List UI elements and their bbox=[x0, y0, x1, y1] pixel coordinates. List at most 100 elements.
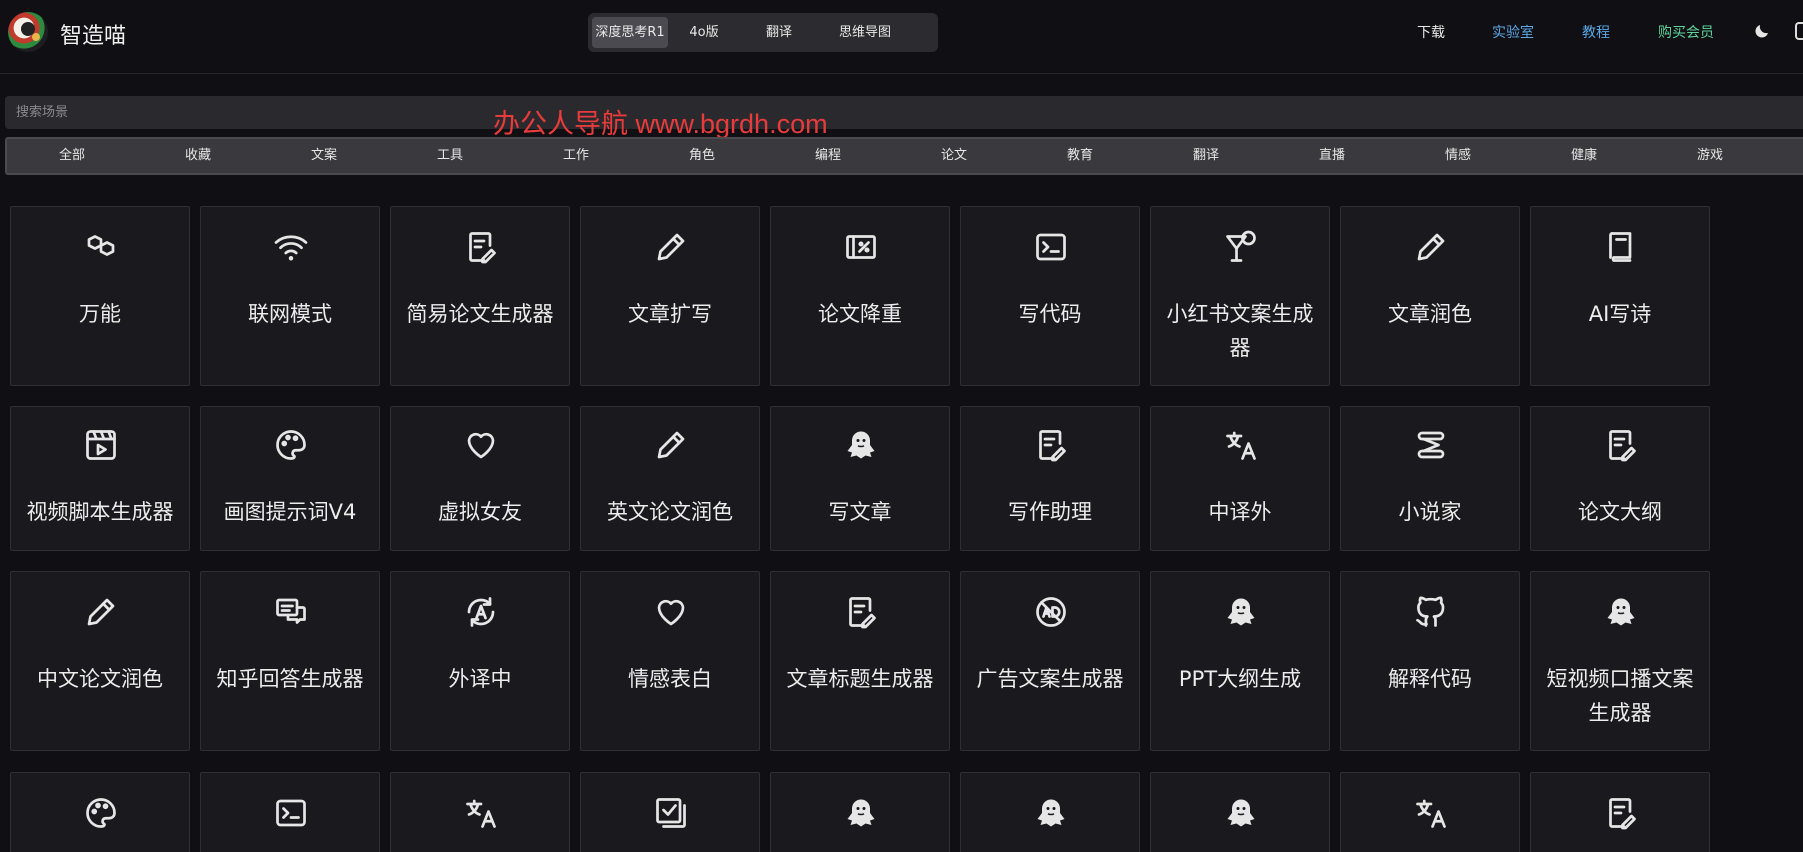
heart-icon bbox=[461, 425, 501, 465]
document-edit-icon bbox=[1031, 425, 1071, 465]
scene-card-title: 虚拟女友 bbox=[438, 500, 522, 524]
scene-card-title: 中文论文润色 bbox=[37, 667, 163, 691]
category-tab[interactable]: 文案 bbox=[294, 139, 354, 173]
scene-card[interactable]: 虚拟女友 bbox=[390, 406, 570, 551]
pencil-icon bbox=[1411, 227, 1451, 267]
bell-icon[interactable] bbox=[1795, 22, 1803, 40]
cocktail-icon bbox=[1221, 227, 1261, 267]
scene-card[interactable]: 知乎回答生成器 bbox=[200, 571, 380, 751]
palette-icon bbox=[81, 793, 121, 833]
scene-card-title: 英文论文润色 bbox=[607, 500, 733, 524]
nav-tutorial[interactable]: 教程 bbox=[1582, 22, 1610, 42]
translate-icon bbox=[1221, 425, 1261, 465]
scene-card-title: 文章润色 bbox=[1388, 302, 1472, 326]
scene-card[interactable]: AI写诗 bbox=[1530, 206, 1710, 386]
pencil-icon bbox=[651, 227, 691, 267]
header: 智造喵 深度思考R1 4o版 翻译 思维导图 下载 实验室 教程 购买会员 bbox=[0, 0, 1803, 74]
mode-switcher: 深度思考R1 4o版 翻译 思维导图 bbox=[588, 13, 938, 52]
scene-card-title: 写作助理 bbox=[1008, 500, 1092, 524]
wifi-icon bbox=[271, 227, 311, 267]
nav-download[interactable]: 下载 bbox=[1417, 22, 1445, 42]
scene-card[interactable]: 英文论文润色 bbox=[580, 406, 760, 551]
scene-card[interactable]: 中译外 bbox=[1150, 406, 1330, 551]
scene-card-title: 中译外 bbox=[1208, 500, 1272, 524]
scene-card[interactable]: 文章标题生成器 bbox=[770, 571, 950, 751]
category-bar: 全部 收藏 文案 工具 工作 角色 编程 论文 教育 翻译 直播 情感 健康 游戏 bbox=[5, 137, 1803, 175]
scene-card-title: 万能 bbox=[79, 302, 121, 326]
scene-card[interactable]: 小说家 bbox=[1340, 406, 1520, 551]
scene-card[interactable]: 论文大纲 bbox=[1530, 406, 1710, 551]
scene-card[interactable] bbox=[1150, 772, 1330, 852]
scene-card[interactable] bbox=[10, 772, 190, 852]
scene-card[interactable]: PPT大纲生成 bbox=[1150, 571, 1330, 751]
document-edit-icon bbox=[841, 592, 881, 632]
scene-card[interactable] bbox=[200, 772, 380, 852]
scene-card-title: 画图提示词V4 bbox=[223, 500, 357, 524]
category-tab[interactable]: 工作 bbox=[546, 139, 606, 173]
category-tab[interactable]: 教育 bbox=[1050, 139, 1110, 173]
video-icon bbox=[81, 425, 121, 465]
scene-card[interactable]: 写作助理 bbox=[960, 406, 1140, 551]
scene-card[interactable]: 情感表白 bbox=[580, 571, 760, 751]
scene-card[interactable] bbox=[1530, 772, 1710, 852]
scene-card[interactable]: 解释代码 bbox=[1340, 571, 1520, 751]
ghost-icon bbox=[1221, 793, 1261, 833]
brand-name[interactable]: 智造喵 bbox=[60, 18, 126, 50]
category-tab[interactable]: 健康 bbox=[1554, 139, 1614, 173]
ghost-icon bbox=[1031, 793, 1071, 833]
scene-card[interactable]: 文章扩写 bbox=[580, 206, 760, 386]
moon-icon[interactable] bbox=[1753, 22, 1771, 40]
scene-card[interactable] bbox=[1340, 772, 1520, 852]
scene-card-title: 小红书文案生成器 bbox=[1166, 302, 1314, 360]
messages-icon bbox=[271, 592, 311, 632]
scene-card[interactable]: 中文论文润色 bbox=[10, 571, 190, 751]
scene-card[interactable]: 视频脚本生成器 bbox=[10, 406, 190, 551]
category-tab[interactable]: 直播 bbox=[1302, 139, 1362, 173]
scene-card[interactable]: 画图提示词V4 bbox=[200, 406, 380, 551]
scene-card[interactable]: 万能 bbox=[10, 206, 190, 386]
mode-deep-think[interactable]: 深度思考R1 bbox=[592, 17, 668, 48]
circle-a-icon bbox=[461, 592, 501, 632]
scene-card[interactable]: 文章润色 bbox=[1340, 206, 1520, 386]
category-tab[interactable]: 情感 bbox=[1428, 139, 1488, 173]
pencil-icon bbox=[81, 592, 121, 632]
category-tab[interactable]: 全部 bbox=[42, 139, 102, 173]
scene-card[interactable]: 论文降重 bbox=[770, 206, 950, 386]
category-tab[interactable]: 翻译 bbox=[1176, 139, 1236, 173]
category-tab[interactable]: 工具 bbox=[420, 139, 480, 173]
document-edit-icon bbox=[1601, 793, 1641, 833]
scene-card[interactable] bbox=[770, 772, 950, 852]
logo[interactable] bbox=[8, 12, 48, 52]
scene-card-title: 写代码 bbox=[1018, 302, 1082, 326]
category-tab[interactable]: 论文 bbox=[924, 139, 984, 173]
scene-card[interactable]: 外译中 bbox=[390, 571, 570, 751]
scene-card-title: 联网模式 bbox=[248, 302, 332, 326]
scene-card[interactable]: 小红书文案生成器 bbox=[1150, 206, 1330, 386]
scene-card[interactable]: 写文章 bbox=[770, 406, 950, 551]
scene-card[interactable]: 短视频口播文案生成器 bbox=[1530, 571, 1710, 751]
scene-card[interactable] bbox=[580, 772, 760, 852]
scene-card[interactable] bbox=[960, 772, 1140, 852]
nav-buy-member[interactable]: 购买会员 bbox=[1658, 22, 1714, 42]
scene-card[interactable]: 联网模式 bbox=[200, 206, 380, 386]
category-tab[interactable]: 角色 bbox=[672, 139, 732, 173]
nav-lab[interactable]: 实验室 bbox=[1492, 22, 1534, 42]
page: 智造喵 深度思考R1 4o版 翻译 思维导图 下载 实验室 教程 购买会员 办公… bbox=[0, 0, 1803, 852]
category-tab[interactable]: 游戏 bbox=[1680, 139, 1740, 173]
mode-mind-map[interactable]: 思维导图 bbox=[818, 17, 912, 48]
mode-translate[interactable]: 翻译 bbox=[740, 17, 818, 48]
scene-card[interactable]: 简易论文生成器 bbox=[390, 206, 570, 386]
scene-card[interactable]: 写代码 bbox=[960, 206, 1140, 386]
document-edit-icon bbox=[1601, 425, 1641, 465]
scene-card[interactable]: 广告文案生成器 bbox=[960, 571, 1140, 751]
category-tab[interactable]: 收藏 bbox=[168, 139, 228, 173]
ghost-icon bbox=[1221, 592, 1261, 632]
scene-card-title: 简易论文生成器 bbox=[406, 302, 554, 326]
scene-card-title: 知乎回答生成器 bbox=[216, 667, 364, 691]
scene-card[interactable] bbox=[390, 772, 570, 852]
scene-card-title: AI写诗 bbox=[1588, 302, 1652, 326]
category-tab[interactable]: 编程 bbox=[798, 139, 858, 173]
mode-4o[interactable]: 4o版 bbox=[668, 17, 740, 48]
search-input[interactable] bbox=[5, 96, 1803, 129]
scene-card-title: 论文降重 bbox=[818, 302, 902, 326]
